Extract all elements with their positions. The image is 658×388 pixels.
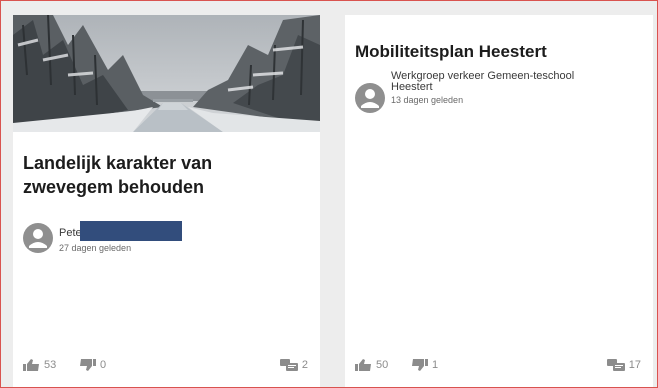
author-info: Pete 27 dagen geleden — [23, 211, 269, 254]
post-date: 27 dagen geleden — [59, 243, 132, 253]
thumbs-up-icon — [355, 359, 371, 371]
dislike-button[interactable]: 1 — [411, 359, 438, 371]
author-name: Werkgroep verkeer Gemeen-teschool Heeste… — [391, 70, 575, 93]
ideas-overview: Landelijk karakter van zwevegem behouden… — [0, 0, 658, 388]
thumbs-down-icon — [80, 359, 96, 371]
comment-count: 17 — [628, 359, 641, 371]
winter-canal-photo — [13, 15, 320, 132]
dislike-count: 0 — [100, 359, 107, 371]
like-count: 53 — [44, 359, 57, 371]
dislike-count: 1 — [432, 359, 439, 371]
author-name: Pete — [59, 221, 269, 241]
comments-icon — [606, 359, 625, 371]
comments-icon — [279, 359, 298, 371]
like-count: 50 — [376, 359, 389, 371]
comment-count: 2 — [301, 359, 308, 371]
user-avatar-icon — [23, 223, 53, 253]
author-info: Werkgroep verkeer Gemeen-teschool Heeste… — [355, 57, 601, 113]
dislike-button[interactable]: 0 — [79, 359, 106, 371]
card-stats: 50 1 17 — [355, 359, 641, 373]
like-button[interactable]: 53 — [23, 359, 56, 371]
card-stats: 53 0 2 — [23, 359, 308, 373]
comments-link[interactable]: 2 — [279, 359, 308, 371]
thumbs-up-icon — [23, 359, 39, 371]
comments-link[interactable]: 17 — [606, 359, 641, 371]
idea-card[interactable]: Landelijk karakter van zwevegem behouden… — [13, 15, 320, 387]
idea-title[interactable]: Landelijk karakter van zwevegem behouden — [23, 151, 293, 199]
redaction-bar — [79, 221, 182, 241]
idea-card[interactable]: Mobiliteitsplan Heestert Werkgroep verke… — [345, 15, 653, 387]
thumbs-down-icon — [412, 359, 428, 371]
post-date: 13 dagen geleden — [391, 95, 464, 105]
user-avatar-icon — [355, 83, 385, 113]
like-button[interactable]: 50 — [355, 359, 388, 371]
